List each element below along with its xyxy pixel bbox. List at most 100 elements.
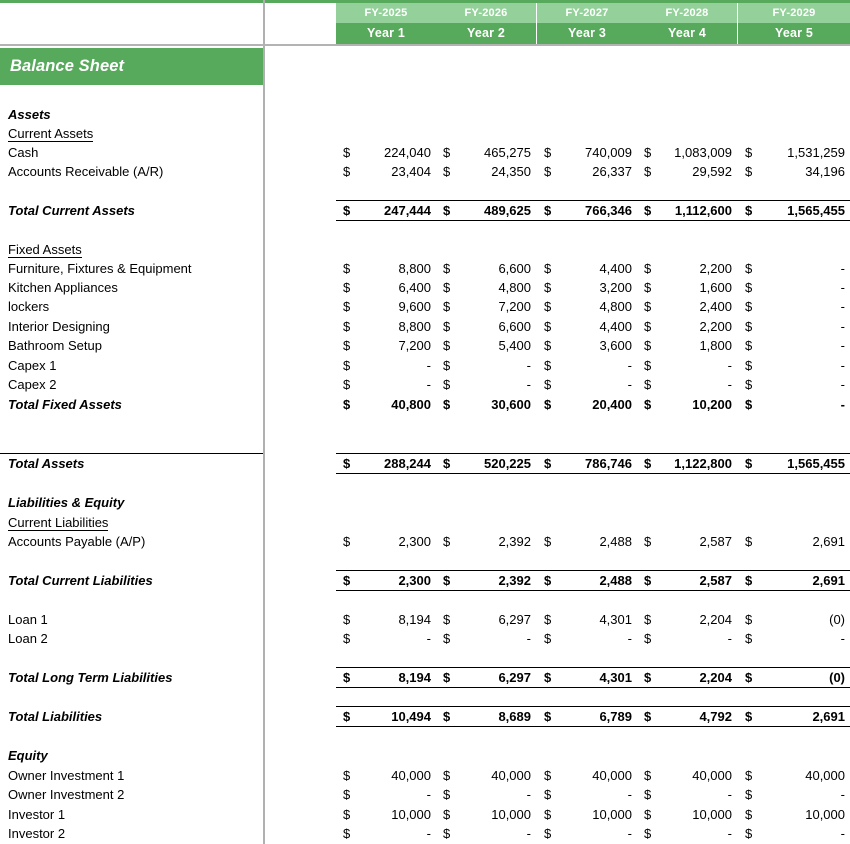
cell-loan-1-y5[interactable]: $ (0) bbox=[738, 610, 850, 629]
cell-total-fixed-assets-y2[interactable]: $30,600 bbox=[436, 395, 536, 414]
cell-ffe-y4[interactable]: $2,200 bbox=[637, 259, 737, 278]
cell-interior-designing-y2[interactable]: $6,600 bbox=[436, 317, 536, 336]
cell-accounts-payable-y2[interactable]: $2,392 bbox=[436, 532, 536, 551]
cell-kitchen-appliances-y3[interactable]: $3,200 bbox=[537, 278, 637, 297]
cell-investor-2-y3[interactable]: $ - bbox=[537, 824, 637, 843]
cell-total-current-liabilities-y1[interactable]: $2,300 bbox=[336, 571, 436, 590]
cell-total-fixed-assets-y4[interactable]: $10,200 bbox=[637, 395, 737, 414]
cell-ffe-y5[interactable]: $ - bbox=[738, 259, 850, 278]
cell-owner-investment-1-y1[interactable]: $40,000 bbox=[336, 766, 436, 785]
cell-total-long-term-liabilities-y3[interactable]: $4,301 bbox=[537, 668, 637, 687]
cell-accounts-receivable-y2[interactable]: $24,350 bbox=[436, 162, 536, 181]
cell-investor-2-y5[interactable]: $ - bbox=[738, 824, 850, 843]
cell-capex-1-y3[interactable]: $ - bbox=[537, 356, 637, 375]
cell-lockers-y4[interactable]: $2,400 bbox=[637, 297, 737, 316]
cell-total-current-assets-y5[interactable]: $1,565,455 bbox=[738, 201, 850, 220]
cell-lockers-y1[interactable]: $9,600 bbox=[336, 297, 436, 316]
cell-loan-1-y3[interactable]: $4,301 bbox=[537, 610, 637, 629]
cell-capex-2-y5[interactable]: $ - bbox=[738, 375, 850, 394]
cell-kitchen-appliances-y4[interactable]: $1,600 bbox=[637, 278, 737, 297]
cell-total-fixed-assets-y3[interactable]: $20,400 bbox=[537, 395, 637, 414]
cell-loan-2-y2[interactable]: $ - bbox=[436, 629, 536, 648]
cell-total-long-term-liabilities-y5[interactable]: $ (0) bbox=[738, 668, 850, 687]
cell-bathroom-setup-y5[interactable]: $ - bbox=[738, 336, 850, 355]
cell-investor-1-y1[interactable]: $10,000 bbox=[336, 805, 436, 824]
cell-total-liabilities-y3[interactable]: $6,789 bbox=[537, 707, 637, 726]
cell-total-current-assets-y1[interactable]: $247,444 bbox=[336, 201, 436, 220]
cell-total-long-term-liabilities-y1[interactable]: $8,194 bbox=[336, 668, 436, 687]
cell-total-current-assets-y3[interactable]: $766,346 bbox=[537, 201, 637, 220]
cell-lockers-y3[interactable]: $4,800 bbox=[537, 297, 637, 316]
cell-owner-investment-2-y4[interactable]: $ - bbox=[637, 785, 737, 804]
cell-interior-designing-y4[interactable]: $2,200 bbox=[637, 317, 737, 336]
cell-capex-1-y4[interactable]: $ - bbox=[637, 356, 737, 375]
cell-total-assets-y1[interactable]: $288,244 bbox=[336, 454, 436, 473]
cell-accounts-receivable-y5[interactable]: $34,196 bbox=[738, 162, 850, 181]
cell-investor-1-y2[interactable]: $10,000 bbox=[436, 805, 536, 824]
cell-bathroom-setup-y3[interactable]: $3,600 bbox=[537, 336, 637, 355]
cell-capex-1-y2[interactable]: $ - bbox=[436, 356, 536, 375]
cell-lockers-y2[interactable]: $7,200 bbox=[436, 297, 536, 316]
cell-accounts-payable-y5[interactable]: $2,691 bbox=[738, 532, 850, 551]
cell-investor-2-y2[interactable]: $ - bbox=[436, 824, 536, 843]
cell-investor-1-y3[interactable]: $10,000 bbox=[537, 805, 637, 824]
cell-total-long-term-liabilities-y2[interactable]: $6,297 bbox=[436, 668, 536, 687]
cell-ffe-y3[interactable]: $4,400 bbox=[537, 259, 637, 278]
cell-accounts-receivable-y1[interactable]: $23,404 bbox=[336, 162, 436, 181]
cell-loan-2-y1[interactable]: $ - bbox=[336, 629, 436, 648]
cell-total-fixed-assets-y5[interactable]: $ - bbox=[738, 395, 850, 414]
cell-capex-1-y1[interactable]: $ - bbox=[336, 356, 436, 375]
cell-loan-2-y5[interactable]: $ - bbox=[738, 629, 850, 648]
cell-total-current-liabilities-y4[interactable]: $2,587 bbox=[637, 571, 737, 590]
cell-interior-designing-y5[interactable]: $ - bbox=[738, 317, 850, 336]
cell-kitchen-appliances-y5[interactable]: $ - bbox=[738, 278, 850, 297]
cell-owner-investment-1-y3[interactable]: $40,000 bbox=[537, 766, 637, 785]
cell-total-assets-y4[interactable]: $1,122,800 bbox=[637, 454, 737, 473]
cell-accounts-receivable-y4[interactable]: $29,592 bbox=[637, 162, 737, 181]
cell-loan-1-y2[interactable]: $6,297 bbox=[436, 610, 536, 629]
cell-cash-y3[interactable]: $740,009 bbox=[537, 143, 637, 162]
cell-total-assets-y5[interactable]: $1,565,455 bbox=[738, 454, 850, 473]
cell-total-liabilities-y2[interactable]: $8,689 bbox=[436, 707, 536, 726]
cell-owner-investment-1-y2[interactable]: $40,000 bbox=[436, 766, 536, 785]
cell-owner-investment-2-y5[interactable]: $ - bbox=[738, 785, 850, 804]
cell-accounts-receivable-y3[interactable]: $26,337 bbox=[537, 162, 637, 181]
cell-interior-designing-y1[interactable]: $8,800 bbox=[336, 317, 436, 336]
cell-loan-2-y3[interactable]: $ - bbox=[537, 629, 637, 648]
cell-cash-y5[interactable]: $1,531,259 bbox=[738, 143, 850, 162]
cell-total-current-liabilities-y3[interactable]: $2,488 bbox=[537, 571, 637, 590]
cell-kitchen-appliances-y1[interactable]: $6,400 bbox=[336, 278, 436, 297]
cell-total-current-assets-y4[interactable]: $1,112,600 bbox=[637, 201, 737, 220]
cell-owner-investment-2-y2[interactable]: $ - bbox=[436, 785, 536, 804]
cell-capex-2-y4[interactable]: $ - bbox=[637, 375, 737, 394]
cell-investor-2-y4[interactable]: $ - bbox=[637, 824, 737, 843]
cell-owner-investment-1-y5[interactable]: $40,000 bbox=[738, 766, 850, 785]
cell-investor-1-y4[interactable]: $10,000 bbox=[637, 805, 737, 824]
cell-bathroom-setup-y1[interactable]: $7,200 bbox=[336, 336, 436, 355]
cell-capex-2-y1[interactable]: $ - bbox=[336, 375, 436, 394]
cell-total-long-term-liabilities-y4[interactable]: $2,204 bbox=[637, 668, 737, 687]
cell-investor-2-y1[interactable]: $ - bbox=[336, 824, 436, 843]
cell-total-liabilities-y5[interactable]: $2,691 bbox=[738, 707, 850, 726]
cell-bathroom-setup-y4[interactable]: $1,800 bbox=[637, 336, 737, 355]
cell-accounts-payable-y3[interactable]: $2,488 bbox=[537, 532, 637, 551]
cell-loan-2-y4[interactable]: $ - bbox=[637, 629, 737, 648]
cell-owner-investment-1-y4[interactable]: $40,000 bbox=[637, 766, 737, 785]
cell-capex-2-y2[interactable]: $ - bbox=[436, 375, 536, 394]
cell-total-liabilities-y1[interactable]: $10,494 bbox=[336, 707, 436, 726]
cell-total-assets-y3[interactable]: $786,746 bbox=[537, 454, 637, 473]
cell-total-current-liabilities-y5[interactable]: $2,691 bbox=[738, 571, 850, 590]
cell-capex-1-y5[interactable]: $ - bbox=[738, 356, 850, 375]
cell-loan-1-y1[interactable]: $8,194 bbox=[336, 610, 436, 629]
cell-kitchen-appliances-y2[interactable]: $4,800 bbox=[436, 278, 536, 297]
cell-investor-1-y5[interactable]: $10,000 bbox=[738, 805, 850, 824]
cell-accounts-payable-y1[interactable]: $2,300 bbox=[336, 532, 436, 551]
cell-ffe-y2[interactable]: $6,600 bbox=[436, 259, 536, 278]
cell-bathroom-setup-y2[interactable]: $5,400 bbox=[436, 336, 536, 355]
cell-ffe-y1[interactable]: $8,800 bbox=[336, 259, 436, 278]
cell-interior-designing-y3[interactable]: $4,400 bbox=[537, 317, 637, 336]
cell-accounts-payable-y4[interactable]: $2,587 bbox=[637, 532, 737, 551]
cell-total-current-liabilities-y2[interactable]: $2,392 bbox=[436, 571, 536, 590]
cell-cash-y1[interactable]: $224,040 bbox=[336, 143, 436, 162]
cell-cash-y2[interactable]: $465,275 bbox=[436, 143, 536, 162]
